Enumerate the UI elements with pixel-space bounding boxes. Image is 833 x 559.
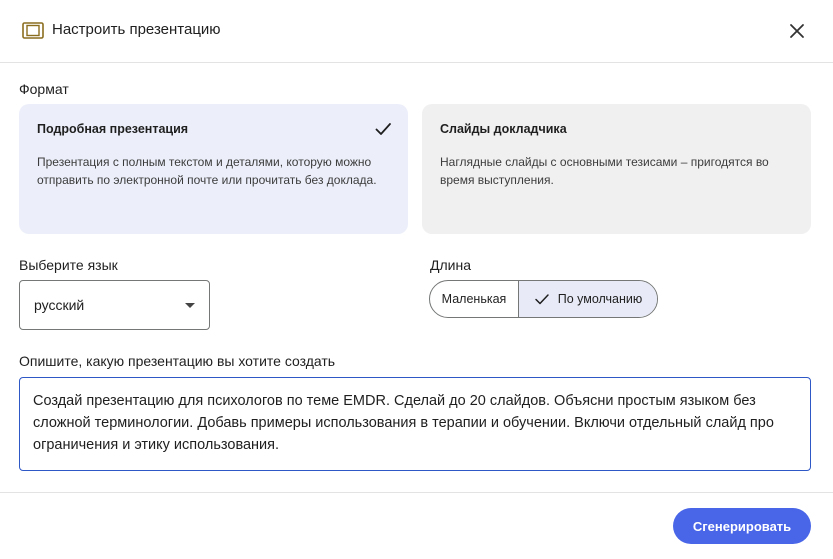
dialog-header: Настроить презентацию: [0, 0, 833, 63]
format-card-description: Презентация с полным текстом и деталями,…: [37, 155, 377, 187]
close-icon: [790, 24, 804, 38]
check-icon: [534, 294, 549, 305]
format-card-description: Наглядные слайды с основными тезисами – …: [440, 155, 769, 187]
format-card-title: Слайды докладчика: [440, 122, 567, 136]
presentation-icon: [22, 22, 44, 39]
format-card-detailed[interactable]: Подробная презентация Презентация с полн…: [19, 104, 408, 234]
length-option-default[interactable]: По умолчанию: [519, 281, 657, 317]
language-label: Выберите язык: [19, 257, 118, 273]
dialog-title: Настроить презентацию: [52, 21, 221, 38]
length-toggle: Маленькая По умолчанию: [429, 280, 658, 318]
close-button[interactable]: [782, 16, 812, 46]
generate-button[interactable]: Сгенерировать: [673, 508, 811, 544]
length-option-label: По умолчанию: [557, 292, 643, 306]
format-label: Формат: [19, 81, 69, 97]
prompt-textarea[interactable]: Создай презентацию для психологов по тем…: [19, 377, 811, 471]
format-card-title: Подробная презентация: [37, 122, 189, 136]
language-select[interactable]: русский: [19, 280, 210, 330]
language-select-value: русский: [34, 297, 85, 313]
check-icon: [375, 123, 391, 135]
length-option-label: Маленькая: [441, 292, 507, 306]
prompt-label: Опишите, какую презентацию вы хотите соз…: [19, 353, 336, 369]
dropdown-arrow-icon: [185, 302, 195, 308]
format-card-speaker[interactable]: Слайды докладчика Наглядные слайды с осн…: [422, 104, 811, 234]
length-option-small[interactable]: Маленькая: [430, 281, 519, 317]
length-label: Длина: [430, 257, 471, 273]
